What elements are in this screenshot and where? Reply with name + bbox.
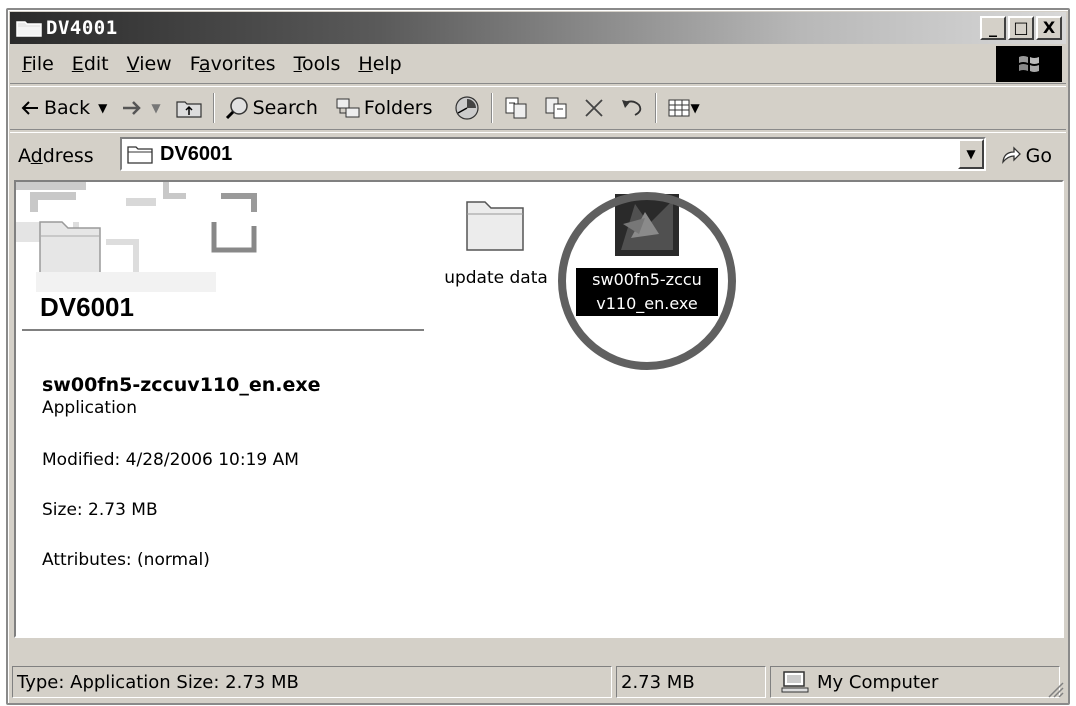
selected-file-name: sw00fn5-zccuv110_en.exe <box>42 374 321 396</box>
forward-arrow-icon <box>123 101 142 115</box>
menu-file[interactable]: File <box>22 53 54 75</box>
address-value: DV6001 <box>160 142 233 165</box>
chevron-down-icon: ▼ <box>966 147 976 161</box>
delete-button[interactable] <box>583 97 605 119</box>
address-bar: Address DV6001 ▼ Go <box>10 132 1066 178</box>
folder-item-update-data[interactable]: update data <box>434 194 558 288</box>
windows-logo-icon <box>996 46 1062 82</box>
views-button[interactable]: ▼ <box>667 98 700 118</box>
move-to-button[interactable] <box>503 96 529 120</box>
menu-tools[interactable]: Tools <box>294 53 341 75</box>
folder-icon <box>127 146 153 164</box>
maximize-button[interactable]: □ <box>1008 16 1034 40</box>
status-size: 2.73 MB <box>616 666 766 698</box>
back-dropdown-icon[interactable]: ▼ <box>98 101 107 115</box>
highlight-circle <box>558 192 736 370</box>
folders-button[interactable]: Folders <box>334 96 433 120</box>
views-icon <box>668 99 690 117</box>
selected-file-size: Size: 2.73 MB <box>42 500 158 520</box>
forward-dropdown-icon[interactable]: ▼ <box>151 101 160 115</box>
toolbar-separator <box>654 93 657 123</box>
maximize-icon: □ <box>1013 18 1029 37</box>
folders-label: Folders <box>363 97 433 119</box>
folder-banner-graphic <box>16 182 257 292</box>
explorer-window: DV4001 _ □ X File Edit View Favorites To… <box>6 8 1070 705</box>
close-button[interactable]: X <box>1036 16 1062 40</box>
status-bar: Type: Application Size: 2.73 MB 2.73 MB … <box>10 664 1066 700</box>
status-info: Type: Application Size: 2.73 MB <box>12 666 612 698</box>
folders-icon <box>336 98 360 118</box>
status-size-text: 2.73 MB <box>621 671 695 693</box>
undo-button[interactable] <box>619 97 645 119</box>
minimize-icon: _ <box>989 18 997 37</box>
search-label: Search <box>252 97 318 119</box>
address-label: Address <box>18 144 94 167</box>
minimize-button[interactable]: _ <box>980 16 1006 40</box>
toolbar-separator <box>212 93 215 123</box>
folder-icon <box>466 201 524 251</box>
back-button[interactable]: Back ▼ <box>20 97 107 119</box>
copy-to-icon <box>545 97 567 119</box>
address-field[interactable]: DV6001 ▼ <box>120 137 986 171</box>
up-folder-icon <box>176 101 202 118</box>
my-computer-icon <box>781 671 809 693</box>
delete-icon <box>584 99 603 117</box>
history-icon <box>454 96 479 120</box>
address-dropdown-button[interactable]: ▼ <box>958 139 984 169</box>
menu-view[interactable]: View <box>127 53 172 75</box>
menu-help[interactable]: Help <box>358 53 401 75</box>
history-button[interactable] <box>453 95 481 121</box>
window-title: DV4001 <box>46 17 118 39</box>
close-icon: X <box>1042 18 1056 37</box>
copy-to-button[interactable] <box>543 96 569 120</box>
toolbar: Back ▼ ▼ Search Folders ▼ <box>10 86 1066 130</box>
menu-edit[interactable]: Edit <box>72 53 109 75</box>
back-label: Back <box>44 97 91 119</box>
toolbar-separator <box>490 93 493 123</box>
menu-favorites[interactable]: Favorites <box>190 53 276 75</box>
file-label: update data <box>444 268 548 288</box>
selected-file-type: Application <box>42 398 137 418</box>
up-folder-button[interactable] <box>175 97 203 119</box>
go-button[interactable]: Go <box>1000 145 1052 167</box>
forward-button[interactable]: ▼ <box>121 100 161 116</box>
undo-icon <box>621 100 641 116</box>
menu-bar: File Edit View Favorites Tools Help <box>10 44 1066 84</box>
resize-grip-icon[interactable] <box>1046 680 1064 698</box>
panel-folder-title: DV6001 <box>40 292 134 322</box>
views-dropdown-icon[interactable]: ▼ <box>691 101 700 115</box>
title-bar[interactable]: DV4001 _ □ X <box>10 12 1066 44</box>
go-label: Go <box>1025 145 1052 167</box>
selected-file-modified: Modified: 4/28/2006 10:19 AM <box>42 450 299 470</box>
back-arrow-icon <box>21 101 38 115</box>
search-button[interactable]: Search <box>225 96 318 120</box>
status-zone: My Computer <box>770 666 1060 698</box>
folder-content[interactable]: DV6001 sw00fn5-zccuv110_en.exe Applicati… <box>14 180 1064 638</box>
selected-file-attributes: Attributes: (normal) <box>42 550 210 570</box>
search-icon <box>225 97 248 120</box>
go-arrow-icon <box>1001 146 1021 165</box>
panel-divider <box>22 329 424 331</box>
folder-icon <box>16 18 42 38</box>
status-info-text: Type: Application Size: 2.73 MB <box>17 671 299 693</box>
move-to-icon <box>505 97 527 119</box>
status-zone-text: My Computer <box>817 671 939 693</box>
